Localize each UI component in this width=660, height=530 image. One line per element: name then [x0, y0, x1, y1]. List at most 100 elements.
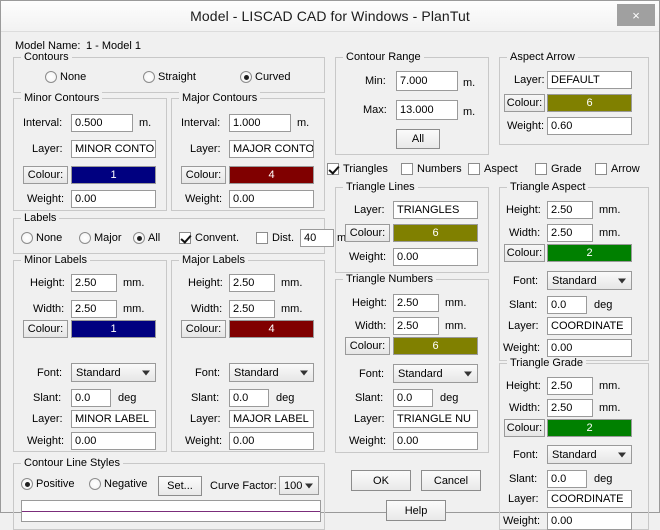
checkbox-grade[interactable]: Grade	[535, 163, 582, 175]
triangle-lines-colour-swatch[interactable]: 6	[393, 224, 478, 242]
minor-interval-input[interactable]: 0.500	[71, 114, 133, 132]
checkbox-numbers[interactable]: Numbers	[401, 163, 462, 175]
major-labels-width-input[interactable]: 2.50	[229, 300, 275, 318]
radio-contours-none[interactable]: None	[45, 71, 86, 83]
triangle-aspect-layer-input[interactable]: COORDINATE	[547, 317, 632, 335]
triangle-grade-font-label: Font:	[513, 449, 539, 461]
triangle-numbers-font-select[interactable]: Standard	[393, 364, 478, 383]
radio-labels-none[interactable]: None	[21, 232, 62, 244]
triangle-aspect-font-select[interactable]: Standard	[547, 271, 632, 290]
minor-weight-input[interactable]: 0.00	[71, 190, 156, 208]
close-icon[interactable]: ×	[617, 4, 655, 26]
triangle-numbers-slant-input[interactable]: 0.0	[393, 389, 433, 407]
major-colour-swatch[interactable]: 4	[229, 166, 314, 184]
major-labels-layer-input[interactable]: MAJOR LABEL	[229, 410, 314, 428]
checkbox-arrow[interactable]: Arrow	[595, 163, 640, 175]
triangle-grade-font-select[interactable]: Standard	[547, 445, 632, 464]
triangle-grade-height-input[interactable]: 2.50	[547, 377, 593, 395]
triangle-aspect-colour-button[interactable]: Colour:	[504, 244, 545, 262]
triangle-lines-layer-input[interactable]: TRIANGLES	[393, 201, 478, 219]
triangle-grade-layer-input[interactable]: COORDINATE	[547, 490, 632, 508]
triangle-grade-height-label: Height:	[506, 380, 541, 392]
contour-line-styles-legend: Contour Line Styles	[21, 457, 123, 469]
triangle-numbers-colour-swatch[interactable]: 6	[393, 337, 478, 355]
triangle-grade-weight-input[interactable]: 0.00	[547, 512, 632, 530]
aspect-arrow-colour-swatch[interactable]: 6	[547, 94, 632, 112]
checkbox-label: Triangles	[343, 163, 388, 175]
major-labels-font-select[interactable]: Standard	[229, 363, 314, 382]
minor-interval-unit: m.	[139, 117, 152, 129]
checkbox-aspect[interactable]: Aspect	[468, 163, 518, 175]
chevron-down-icon	[142, 370, 150, 375]
minor-labels-font-select[interactable]: Standard	[71, 363, 156, 382]
set-button[interactable]: Set...	[158, 476, 202, 496]
major-weight-input[interactable]: 0.00	[229, 190, 314, 208]
aspect-arrow-colour-button[interactable]: Colour:	[504, 94, 545, 112]
triangle-grade-colour-swatch[interactable]: 2	[547, 419, 632, 437]
triangle-numbers-width-input[interactable]: 2.50	[393, 317, 439, 335]
checkbox-icon	[535, 163, 547, 175]
select-value: Standard	[76, 366, 121, 379]
triangle-numbers-height-input[interactable]: 2.50	[393, 294, 439, 312]
cancel-button[interactable]: Cancel	[421, 470, 481, 491]
minor-labels-colour-button[interactable]: Colour:	[23, 320, 68, 338]
radio-labels-major[interactable]: Major	[79, 232, 122, 244]
major-labels-colour-button[interactable]: Colour:	[181, 320, 226, 338]
triangle-grade-width-input[interactable]: 2.50	[547, 399, 593, 417]
major-layer-label: Layer:	[190, 143, 221, 155]
triangle-numbers-colour-button[interactable]: Colour:	[345, 337, 390, 355]
minor-colour-button[interactable]: Colour:	[23, 166, 68, 184]
triangle-aspect-width-input[interactable]: 2.50	[547, 224, 593, 242]
minor-labels-width-input[interactable]: 2.50	[71, 300, 117, 318]
aspect-arrow-weight-input[interactable]: 0.60	[547, 117, 632, 135]
triangle-grade-slant-input[interactable]: 0.0	[547, 470, 587, 488]
major-labels-slant-input[interactable]: 0.0	[229, 389, 269, 407]
triangle-numbers-weight-input[interactable]: 0.00	[393, 432, 478, 450]
radio-contours-curved[interactable]: Curved	[240, 71, 290, 83]
minor-labels-height-input[interactable]: 2.50	[71, 274, 117, 292]
checkbox-triangles[interactable]: Triangles	[327, 163, 388, 175]
contour-max-input[interactable]: 13.000	[396, 100, 458, 120]
aspect-arrow-layer-label: Layer:	[514, 74, 545, 86]
major-layer-input[interactable]: MAJOR CONTOU	[229, 140, 314, 158]
triangle-lines-colour-button[interactable]: Colour:	[345, 224, 390, 242]
contour-min-unit: m.	[463, 77, 476, 89]
contour-range-all-button[interactable]: All	[396, 129, 440, 149]
major-labels-height-input[interactable]: 2.50	[229, 274, 275, 292]
major-labels-colour-swatch[interactable]: 4	[229, 320, 314, 338]
triangle-numbers-layer-input[interactable]: TRIANGLE NU	[393, 410, 478, 428]
minor-labels-colour-swatch[interactable]: 1	[71, 320, 156, 338]
curve-factor-select[interactable]: 100	[279, 476, 319, 495]
major-contours-legend: Major Contours	[179, 92, 261, 104]
dist-input[interactable]: 40	[300, 229, 334, 247]
major-colour-button[interactable]: Colour:	[181, 166, 226, 184]
triangle-aspect-slant-input[interactable]: 0.0	[547, 296, 587, 314]
triangle-grade-colour-button[interactable]: Colour:	[504, 419, 545, 437]
triangle-aspect-weight-input[interactable]: 0.00	[547, 339, 632, 357]
triangle-aspect-colour-swatch[interactable]: 2	[547, 244, 632, 262]
minor-labels-width-label: Width:	[33, 303, 65, 315]
radio-positive[interactable]: Positive	[21, 478, 75, 490]
minor-layer-input[interactable]: MINOR CONTOU	[71, 140, 156, 158]
ok-button[interactable]: OK	[351, 470, 411, 491]
minor-labels-layer-input[interactable]: MINOR LABEL	[71, 410, 156, 428]
radio-labels-all[interactable]: All	[133, 232, 160, 244]
contour-min-input[interactable]: 7.000	[396, 71, 458, 91]
major-labels-weight-input[interactable]: 0.00	[229, 432, 314, 450]
triangle-lines-weight-input[interactable]: 0.00	[393, 248, 478, 266]
major-interval-input[interactable]: 1.000	[229, 114, 291, 132]
minor-labels-slant-input[interactable]: 0.0	[71, 389, 111, 407]
radio-contours-straight[interactable]: Straight	[143, 71, 196, 83]
minor-labels-weight-input[interactable]: 0.00	[71, 432, 156, 450]
aspect-arrow-layer-input[interactable]: DEFAULT	[547, 71, 632, 89]
minor-labels-font-label: Font:	[37, 367, 63, 379]
checkbox-dist[interactable]: Dist.	[256, 232, 294, 244]
help-button[interactable]: Help	[386, 500, 446, 521]
contour-style-preview[interactable]	[21, 500, 321, 522]
checkbox-convent[interactable]: Convent.	[179, 232, 239, 244]
triangle-aspect-height-input[interactable]: 2.50	[547, 201, 593, 219]
minor-colour-swatch[interactable]: 1	[71, 166, 156, 184]
radio-negative[interactable]: Negative	[89, 478, 147, 490]
select-value: Standard	[234, 366, 279, 379]
triangle-lines-legend: Triangle Lines	[343, 181, 418, 193]
